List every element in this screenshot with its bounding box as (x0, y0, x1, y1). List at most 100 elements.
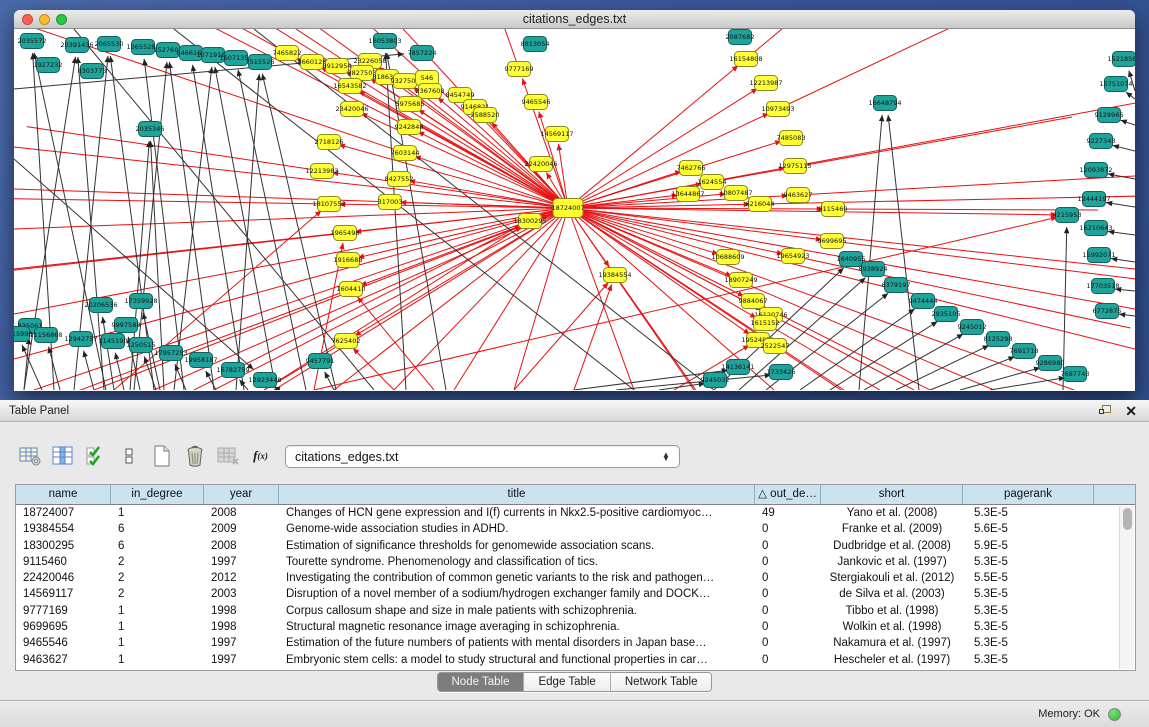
memory-status-label: Memory: OK (1038, 708, 1100, 720)
new-file-icon[interactable] (148, 443, 175, 469)
column-header-4[interactable]: △ out_de… (755, 485, 821, 504)
memory-status-indicator (1108, 708, 1121, 721)
function-builder-icon[interactable]: f(x) (247, 443, 274, 469)
table-cell: 2008 (204, 538, 279, 554)
graph-node-label: 1965498 (331, 229, 360, 237)
float-panel-icon[interactable] (1099, 405, 1113, 417)
window-titlebar[interactable]: citations_edges.txt (14, 10, 1135, 29)
graph-node-label: 20206536 (84, 301, 117, 309)
table-cell: 2003 (204, 586, 279, 602)
table-cell: 5.3E-5 (963, 635, 1094, 651)
table-cell: 5.3E-5 (963, 586, 1094, 602)
table-cell: Disruption of a novel member of a sodium… (279, 586, 755, 602)
table-cell: 2 (111, 554, 204, 570)
column-header-5[interactable]: short (821, 485, 963, 504)
table-cell: 0 (755, 570, 821, 586)
graph-node-label: 22420046 (524, 160, 557, 168)
graph-node-label: 7462766 (677, 164, 706, 172)
column-header-0[interactable]: name (16, 485, 111, 504)
table-cell: 5.3E-5 (963, 603, 1094, 619)
graph-node-label: 19384554 (598, 271, 631, 279)
status-bar: Memory: OK (0, 700, 1149, 727)
tab-network-table[interactable]: Network Table (611, 673, 712, 691)
tab-edge-table[interactable]: Edge Table (524, 673, 610, 691)
graph-node-label: 14569117 (540, 130, 573, 138)
table-row[interactable]: 1456911722003Disruption of a novel membe… (16, 586, 1135, 602)
table-row[interactable]: 2242004622012Investigating the contribut… (16, 570, 1135, 586)
graph-node-label: 6216044 (746, 200, 775, 208)
table-cell: 1 (111, 603, 204, 619)
table-cell: Yano et al. (2008) (821, 505, 963, 521)
table-cell: 0 (755, 619, 821, 635)
table-cell: 0 (755, 603, 821, 619)
table-cell: Hescheler et al. (1997) (821, 652, 963, 668)
graph-node-label: 16543582 (333, 82, 366, 90)
graph-edge (206, 371, 216, 390)
table-row[interactable]: 1830029562008Estimation of significance … (16, 538, 1135, 554)
graph-node-label: 16648794 (868, 99, 901, 107)
select-column-icon[interactable] (49, 443, 76, 469)
row-height-icon[interactable] (115, 443, 142, 469)
graph-node-label: 7857224 (408, 49, 437, 57)
table-row[interactable]: 911546021997Tourette syndrome. Phenomeno… (16, 554, 1135, 570)
table-selector-dropdown[interactable]: citations_edges.txt ▲▼ (285, 445, 680, 468)
graph-edge (262, 74, 336, 390)
table-row[interactable]: 946362711997Embryonic stem cells: a mode… (16, 652, 1135, 668)
graph-node-label: 2035572 (18, 37, 47, 45)
graph-edge (896, 345, 989, 390)
table-cell: 5.3E-5 (963, 619, 1094, 635)
network-view-window[interactable]: citations_edges.txt 18724007183002957465… (14, 10, 1135, 391)
network-canvas-svg[interactable]: 1872400718300295746582286601288912954232… (14, 29, 1135, 390)
table-cell: 9463627 (16, 652, 111, 668)
table-cell: 2 (111, 570, 204, 586)
graph-edge (568, 208, 1135, 349)
graph-node-label: 7687743 (1061, 370, 1090, 378)
graph-node-label: 16053803 (368, 37, 401, 45)
table-row[interactable]: 1872400712008Changes of HCN gene express… (16, 505, 1135, 521)
tab-node-table[interactable]: Node Table (438, 673, 525, 691)
graph-node-label: 12923448 (248, 376, 281, 384)
table-settings-icon[interactable] (16, 443, 43, 469)
table-row[interactable]: 946554611997Estimation of the future num… (16, 635, 1135, 651)
table-cell: 1998 (204, 619, 279, 635)
graph-edge (568, 208, 634, 390)
table-vertical-scrollbar[interactable] (1119, 506, 1134, 669)
graph-edge (339, 204, 568, 208)
graph-edge (236, 74, 259, 390)
close-panel-icon[interactable]: ✕ (1125, 405, 1137, 417)
table-row[interactable]: 1938455462009Genome-wide association stu… (16, 521, 1135, 537)
graph-node-label: 9463627 (784, 191, 813, 199)
network-canvas[interactable]: 1872400718300295746582286601288912954232… (14, 29, 1135, 390)
table-cell: Corpus callosum shape and size in male p… (279, 603, 755, 619)
scrollbar-thumb[interactable] (1123, 508, 1132, 530)
graph-node-label: 8454749 (446, 91, 475, 99)
column-header-2[interactable]: year (204, 485, 279, 504)
graph-node-label: 12444197 (1077, 195, 1110, 203)
column-header-3[interactable]: title (279, 485, 755, 504)
graph-edge (169, 62, 214, 390)
graph-edge (34, 208, 568, 390)
table-body: 1872400712008Changes of HCN gene express… (16, 505, 1135, 668)
graph-node-label: 7465822 (273, 49, 302, 57)
graph-node-label: 10807487 (719, 189, 752, 197)
table-cell: Changes of HCN gene expression and I(f) … (279, 505, 755, 521)
table-row[interactable]: 977716911998Corpus callosum shape and si… (16, 603, 1135, 619)
graph-edge (115, 353, 124, 390)
delete-trash-icon[interactable] (181, 443, 208, 469)
graph-edge (514, 283, 608, 390)
table-selector-value: citations_edges.txt (295, 450, 657, 464)
graph-edge (174, 67, 212, 390)
table-row[interactable]: 969969511998Structural magnetic resonanc… (16, 619, 1135, 635)
graph-node-label: 7691718 (1010, 347, 1039, 355)
graph-node-label: 18300295 (513, 217, 546, 225)
table-toolbar: f(x) citations_edges.txt ▲▼ (0, 436, 1149, 476)
select-rows-icon[interactable] (82, 443, 109, 469)
graph-node-label: 2718126 (315, 138, 344, 146)
graph-node-label: 9227343 (1087, 137, 1116, 145)
graph-node-label: 9474444 (909, 297, 938, 305)
graph-node-label: 1604410 (337, 285, 366, 293)
column-header-6[interactable]: pagerank (963, 485, 1094, 504)
table-header-row: namein_degreeyeartitle△ out_de…shortpage… (16, 485, 1135, 505)
table-tabbar: Node Table Edge Table Network Table (0, 672, 1149, 694)
column-header-1[interactable]: in_degree (111, 485, 204, 504)
